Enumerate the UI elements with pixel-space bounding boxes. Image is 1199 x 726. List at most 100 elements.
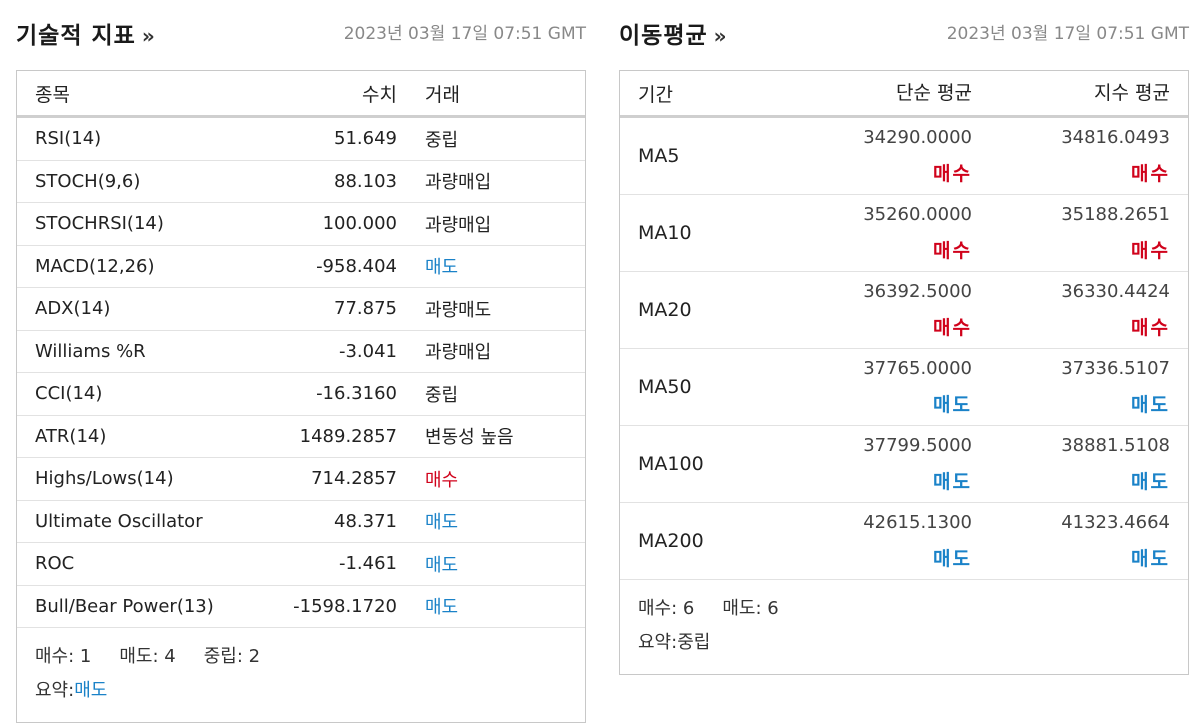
technical-table-header: 종목 수치 거래 — [17, 71, 585, 118]
ma-title: 이동평균 — [619, 23, 708, 49]
indicator-value: -1598.1720 — [257, 585, 397, 628]
indicator-action: 변동성 높음 — [397, 415, 585, 458]
indicator-value: 48.371 — [257, 500, 397, 543]
summary-verdict: 매도 — [74, 680, 108, 701]
ma-summary-label: 요약: — [638, 632, 678, 653]
summary-neutral-count: 중립: 2 — [203, 646, 261, 667]
indicator-action: 매수 — [397, 457, 585, 501]
col-header-period: 기간 — [620, 71, 790, 118]
ma-simple-cell: 37765.0000 매도 — [790, 348, 990, 426]
ma-period: MA5 — [620, 116, 790, 195]
indicator-value: -16.3160 — [257, 372, 397, 416]
indicator-row: ATR(14) 1489.2857 변동성 높음 — [17, 415, 585, 458]
ma-period: MA50 — [620, 348, 790, 426]
indicator-action: 과량매입 — [397, 160, 585, 203]
indicator-name: STOCHRSI(14) — [17, 202, 257, 246]
indicator-value: -1.461 — [257, 542, 397, 586]
indicator-value: 77.875 — [257, 287, 397, 331]
ma-exp-value: 34816.0493 — [1061, 127, 1170, 148]
ma-exp-value: 37336.5107 — [1061, 358, 1170, 379]
ma-timestamp: 2023년 03월 17일 07:51 GMT — [946, 24, 1189, 44]
ma-simple-value: 37799.5000 — [863, 435, 972, 456]
indicator-row: Highs/Lows(14) 714.2857 매수 — [17, 457, 585, 501]
col-header-exponential: 지수 평균 — [990, 71, 1188, 118]
indicator-name: Highs/Lows(14) — [17, 457, 257, 501]
technical-indicators-panel: 기술적 지표» 2023년 03월 17일 07:51 GMT 종목 수치 거래… — [16, 0, 586, 723]
ma-simple-cell: 36392.5000 매수 — [790, 271, 990, 349]
indicator-value: 100.000 — [257, 202, 397, 246]
col-header-simple: 단순 평균 — [790, 71, 990, 118]
technical-title-link[interactable]: 기술적 지표» — [16, 16, 156, 50]
ma-simple-cell: 37799.5000 매도 — [790, 425, 990, 503]
indicator-name: RSI(14) — [17, 116, 257, 161]
ma-exp-action: 매도 — [1131, 471, 1170, 493]
indicator-row: Williams %R -3.041 과량매입 — [17, 330, 585, 373]
ma-simple-cell: 42615.1300 매도 — [790, 502, 990, 580]
ma-exp-value: 36330.4424 — [1061, 281, 1170, 302]
indicator-value: 714.2857 — [257, 457, 397, 501]
technical-header: 기술적 지표» 2023년 03월 17일 07:51 GMT — [16, 0, 586, 60]
indicator-name: MACD(12,26) — [17, 245, 257, 288]
ma-exp-value: 41323.4664 — [1061, 512, 1170, 533]
ma-simple-value: 37765.0000 — [863, 358, 972, 379]
indicator-name: Ultimate Oscillator — [17, 500, 257, 543]
ma-period: MA100 — [620, 425, 790, 503]
ma-row: MA10 35260.0000 매수 35188.2651 매수 — [620, 194, 1188, 272]
indicator-row: CCI(14) -16.3160 중립 — [17, 372, 585, 416]
col-header-value: 수치 — [257, 71, 397, 118]
ma-table-box: 기간 단순 평균 지수 평균 MA5 34290.0000 매수 34816.0493… — [619, 70, 1189, 675]
ma-exp-cell: 37336.5107 매도 — [990, 348, 1188, 426]
ma-row: MA20 36392.5000 매수 36330.4424 매수 — [620, 271, 1188, 349]
indicator-row: STOCHRSI(14) 100.000 과량매입 — [17, 202, 585, 246]
ma-exp-action: 매도 — [1131, 394, 1170, 416]
indicator-name: STOCH(9,6) — [17, 160, 257, 203]
indicator-action: 매도 — [397, 245, 585, 288]
technical-summary: 매수: 1 매도: 4 중립: 2 요약:매도 — [17, 628, 585, 722]
ma-simple-value: 36392.5000 — [863, 281, 972, 302]
technical-title: 기술적 지표 — [16, 23, 136, 49]
ma-summary-verdict: 중립 — [677, 632, 711, 653]
indicator-value: 51.649 — [257, 116, 397, 161]
indicator-row: ADX(14) 77.875 과량매도 — [17, 287, 585, 331]
indicator-action: 매도 — [397, 500, 585, 543]
ma-period: MA20 — [620, 271, 790, 349]
chevron-right-icon: » — [141, 24, 156, 48]
technical-table-box: 종목 수치 거래 RSI(14) 51.649 중립 STOCH(9,6) 88.103… — [16, 70, 586, 723]
ma-exp-cell: 41323.4664 매도 — [990, 502, 1188, 580]
indicator-value: -3.041 — [257, 330, 397, 373]
ma-row: MA200 42615.1300 매도 41323.4664 매도 — [620, 502, 1188, 580]
ma-header: 이동평균» 2023년 03월 17일 07:51 GMT — [619, 0, 1189, 60]
ma-simple-action: 매도 — [933, 394, 972, 416]
indicator-action: 매도 — [397, 542, 585, 586]
indicator-action: 중립 — [397, 116, 585, 161]
ma-simple-action: 매수 — [933, 317, 972, 339]
indicator-action: 과량매입 — [397, 202, 585, 246]
ma-row: MA50 37765.0000 매도 37336.5107 매도 — [620, 348, 1188, 426]
ma-exp-value: 35188.2651 — [1061, 204, 1170, 225]
ma-row: MA5 34290.0000 매수 34816.0493 매수 — [620, 116, 1188, 195]
indicator-row: RSI(14) 51.649 중립 — [17, 116, 585, 161]
indicator-action: 과량매도 — [397, 287, 585, 331]
technical-timestamp: 2023년 03월 17일 07:51 GMT — [343, 24, 586, 44]
col-header-action: 거래 — [397, 71, 585, 118]
indicator-row: ROC -1.461 매도 — [17, 542, 585, 586]
ma-table: 기간 단순 평균 지수 평균 MA5 34290.0000 매수 34816.0493… — [620, 71, 1188, 580]
col-header-name: 종목 — [17, 71, 257, 118]
indicator-action: 중립 — [397, 372, 585, 416]
ma-simple-action: 매수 — [933, 163, 972, 185]
ma-period: MA200 — [620, 502, 790, 580]
indicator-row: Ultimate Oscillator 48.371 매도 — [17, 500, 585, 543]
indicator-name: ROC — [17, 542, 257, 586]
ma-exp-cell: 36330.4424 매수 — [990, 271, 1188, 349]
chevron-right-icon: » — [713, 24, 728, 48]
summary-label: 요약: — [35, 680, 75, 701]
indicator-row: Bull/Bear Power(13) -1598.1720 매도 — [17, 585, 585, 628]
ma-table-header: 기간 단순 평균 지수 평균 — [620, 71, 1188, 118]
ma-simple-value: 42615.1300 — [863, 512, 972, 533]
ma-exp-cell: 35188.2651 매수 — [990, 194, 1188, 272]
moving-averages-panel: 이동평균» 2023년 03월 17일 07:51 GMT 기간 단순 평균 지… — [619, 0, 1189, 675]
ma-title-link[interactable]: 이동평균» — [619, 16, 728, 50]
ma-simple-action: 매도 — [933, 471, 972, 493]
ma-exp-value: 38881.5108 — [1061, 435, 1170, 456]
technical-table: 종목 수치 거래 RSI(14) 51.649 중립 STOCH(9,6) 88.103… — [17, 71, 585, 628]
